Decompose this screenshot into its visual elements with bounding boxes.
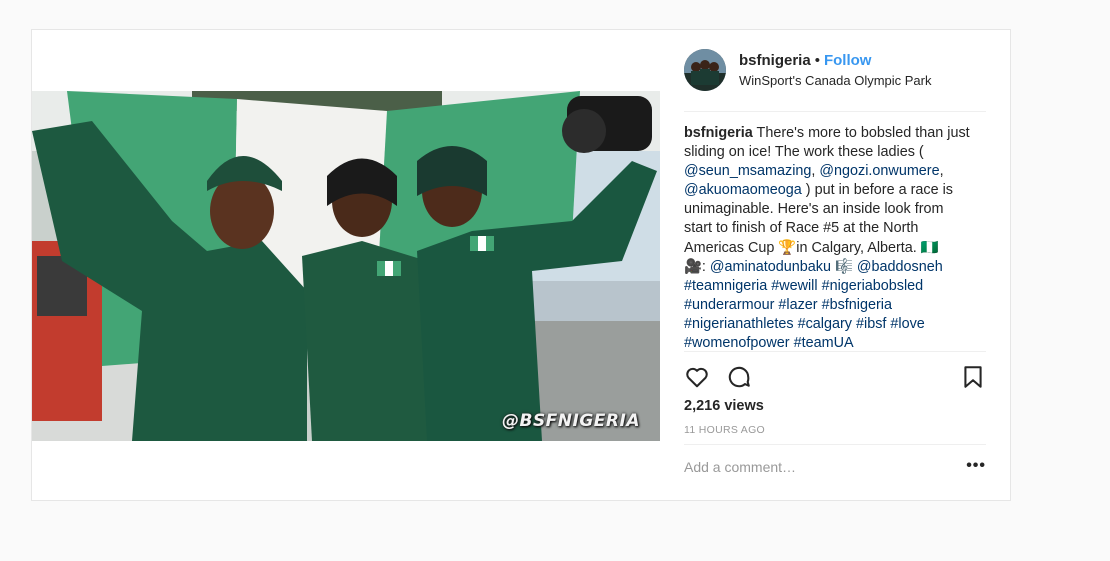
caption-text: Americas Cup bbox=[684, 239, 779, 256]
hashtag-links[interactable]: #teamnigeria #wewill #nigeriabobsled bbox=[684, 278, 923, 294]
music-emoji: 🎼 bbox=[834, 258, 853, 275]
bookmark-icon[interactable] bbox=[960, 364, 986, 390]
photo-illustration bbox=[32, 91, 660, 441]
caption-text: sliding on ice! The work these ladies ( bbox=[684, 144, 924, 161]
post-timestamp[interactable]: 11 HOURS AGO bbox=[684, 424, 765, 436]
mention-link[interactable]: @ngozi.onwumere bbox=[819, 163, 939, 179]
caption-text: : bbox=[701, 258, 710, 275]
heart-icon[interactable] bbox=[684, 364, 710, 390]
caption-text: start to finish of Race #5 at the North bbox=[684, 220, 919, 237]
caption-text: , bbox=[939, 163, 944, 180]
mention-link[interactable]: @aminatodunbaku bbox=[710, 259, 831, 275]
more-options-icon[interactable]: ••• bbox=[966, 457, 986, 475]
post-photo[interactable]: @BSFNIGERIA bbox=[32, 91, 660, 441]
caption-text: ) put in before a race is bbox=[801, 182, 953, 199]
follow-button[interactable]: Follow bbox=[824, 52, 872, 69]
post-caption: bsfnigeria There's more to bobsled than … bbox=[684, 124, 990, 353]
hashtag-links[interactable]: #nigerianathletes #calgary #ibsf #love bbox=[684, 316, 925, 332]
caption-text: in Calgary, Alberta. bbox=[796, 239, 921, 256]
comment-input[interactable] bbox=[684, 453, 944, 481]
caption-text: , bbox=[811, 163, 816, 180]
speech-bubble-icon[interactable] bbox=[726, 364, 752, 390]
post-header: bsfnigeria • Follow WinSport's Canada Olym… bbox=[684, 49, 986, 112]
caption-text: unimaginable. Here's an inside look from bbox=[684, 201, 944, 218]
mention-link[interactable]: @seun_msamazing bbox=[684, 163, 811, 179]
mention-link[interactable]: @akuomaomeoga bbox=[684, 182, 802, 198]
comment-box: ••• bbox=[684, 444, 986, 492]
photo-watermark: @BSFNIGERIA bbox=[501, 411, 640, 431]
hashtag-links[interactable]: #womenofpower #teamUA bbox=[684, 335, 854, 351]
location-link[interactable]: WinSport's Canada Olympic Park bbox=[739, 73, 932, 88]
instagram-post: @BSFNIGERIA bsfnigeria • Follow WinSport… bbox=[31, 29, 1011, 501]
avatar-image bbox=[684, 49, 726, 91]
username-link[interactable]: bsfnigeria bbox=[739, 52, 811, 69]
avatar[interactable] bbox=[684, 49, 726, 91]
mention-link[interactable]: @baddosneh bbox=[857, 259, 943, 275]
camera-emoji: 🎥 bbox=[684, 258, 702, 275]
trophy-emoji: 🏆 bbox=[778, 239, 797, 256]
post-sidebar: bsfnigeria • Follow WinSport's Canada Olym… bbox=[660, 30, 1010, 500]
hashtag-links[interactable]: #underarmour #lazer #bsfnigeria bbox=[684, 297, 892, 313]
header-top-line: bsfnigeria • Follow bbox=[739, 52, 871, 69]
caption-text: There's more to bobsled than just bbox=[756, 125, 970, 141]
separator-dot: • bbox=[814, 52, 820, 69]
post-actions: 2,216 views 11 HOURS AGO ••• bbox=[684, 351, 986, 507]
view-count[interactable]: 2,216 views bbox=[684, 398, 764, 414]
post-media[interactable]: @BSFNIGERIA bbox=[32, 30, 660, 500]
caption-username[interactable]: bsfnigeria bbox=[684, 125, 753, 141]
flag-emoji: 🇳🇬 bbox=[920, 239, 939, 256]
